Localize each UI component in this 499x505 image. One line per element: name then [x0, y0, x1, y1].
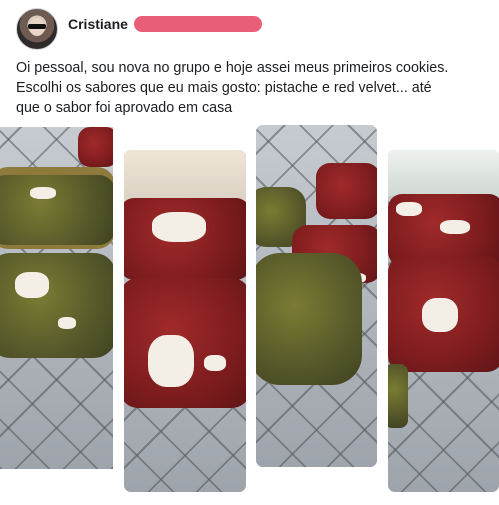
avatar-glasses	[28, 24, 46, 29]
cookie-pistachio	[256, 253, 362, 385]
background-plate	[388, 150, 499, 196]
gallery-photo-3[interactable]	[256, 125, 377, 467]
author-row: Cristiane	[68, 16, 262, 32]
post-text-line: Escolhi os sabores que eu mais gosto: pi…	[16, 80, 432, 96]
photo-gallery	[0, 123, 499, 503]
cookie-red-velvet	[78, 127, 113, 167]
white-chip	[15, 272, 49, 298]
gallery-photo-1[interactable]	[0, 127, 113, 469]
white-chip	[58, 317, 76, 329]
post-text: Oi pessoal, sou nova no grupo e hoje ass…	[16, 58, 491, 118]
post-text-line: que o sabor foi aprovado em casa	[16, 100, 233, 116]
white-chip	[148, 335, 194, 387]
redaction-bar	[133, 16, 262, 32]
post-text-line: Oi pessoal, sou nova no grupo e hoje ass…	[16, 60, 449, 76]
cookie-pistachio-inner	[0, 175, 113, 245]
gallery-photo-4[interactable]	[388, 150, 499, 492]
cookie-pistachio	[388, 364, 408, 428]
white-chip	[422, 298, 458, 332]
author-name[interactable]: Cristiane	[68, 16, 128, 32]
post-header: Cristiane	[16, 8, 262, 50]
white-chip	[152, 212, 206, 242]
white-chip	[30, 187, 56, 199]
white-chip	[440, 220, 470, 234]
cookie-red-velvet	[316, 163, 377, 219]
gallery-photo-2[interactable]	[124, 150, 246, 492]
white-chip	[204, 355, 226, 371]
avatar[interactable]	[16, 8, 58, 50]
white-chip	[396, 202, 422, 216]
cookie-pistachio	[0, 253, 113, 358]
